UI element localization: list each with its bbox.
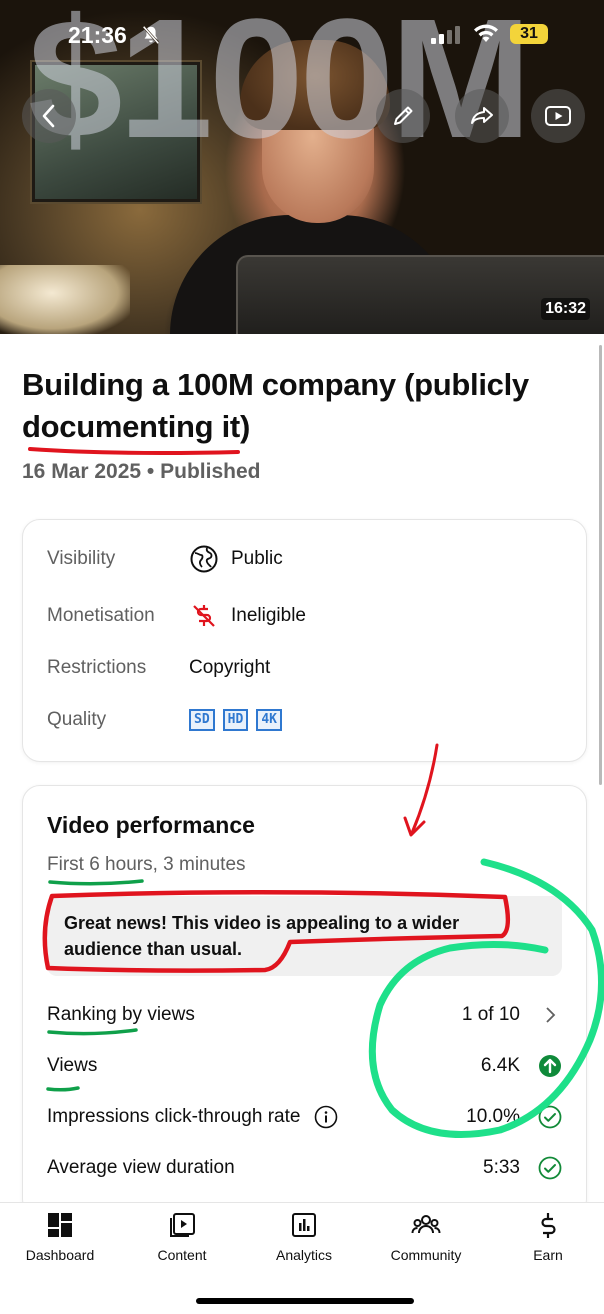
nav-analytics[interactable]: Analytics bbox=[249, 1211, 359, 1263]
monetisation-label: Monetisation bbox=[47, 605, 155, 626]
dashboard-icon bbox=[48, 1213, 72, 1237]
nav-community[interactable]: Community bbox=[371, 1211, 481, 1263]
ranking-label: Ranking by views bbox=[47, 1004, 195, 1025]
red-underline-annotation bbox=[28, 447, 240, 455]
restrictions-row[interactable]: Restrictions Copyright bbox=[47, 653, 270, 683]
home-indicator[interactable] bbox=[196, 1298, 414, 1304]
visibility-value: Public bbox=[231, 548, 283, 569]
restrictions-value: Copyright bbox=[189, 657, 271, 678]
ranking-value: 1 of 10 bbox=[461, 1004, 520, 1025]
restrictions-label: Restrictions bbox=[47, 657, 147, 678]
youtube-play-icon bbox=[545, 106, 571, 126]
ranking-row[interactable]: Ranking by views 1 of 10 bbox=[47, 999, 562, 1031]
analytics-icon bbox=[292, 1213, 316, 1237]
nav-content-label: Content bbox=[157, 1247, 207, 1263]
scrollbar[interactable] bbox=[599, 345, 602, 785]
performance-news-text: Great news! This video is appealing to a… bbox=[64, 913, 460, 959]
content-icon bbox=[170, 1213, 195, 1237]
lamp-glow bbox=[0, 265, 130, 334]
nav-dashboard[interactable]: Dashboard bbox=[5, 1211, 115, 1263]
ctr-label: Impressions click-through rate bbox=[47, 1106, 301, 1127]
nav-analytics-label: Analytics bbox=[275, 1247, 333, 1263]
views-row: Views 6.4K bbox=[47, 1050, 562, 1082]
video-performance-card: Video performance First 6 hours, 3 minut… bbox=[22, 785, 587, 1217]
quality-badge-sd: SD bbox=[189, 709, 215, 731]
ctr-row: Impressions click-through rate 10.0% bbox=[47, 1101, 562, 1133]
video-details-card: Visibility Public Monetisation Ineligibl… bbox=[22, 519, 587, 762]
globe-icon bbox=[190, 545, 218, 573]
video-title: Building a 100M company (publicly docume… bbox=[22, 367, 529, 444]
cellular-signal-icon bbox=[431, 26, 460, 44]
info-icon[interactable] bbox=[314, 1105, 338, 1129]
pencil-icon bbox=[394, 106, 413, 125]
quality-label: Quality bbox=[47, 709, 107, 730]
monetisation-off-icon bbox=[193, 605, 215, 627]
video-duration: 16:32 bbox=[541, 298, 590, 320]
community-icon bbox=[411, 1215, 441, 1234]
quality-row: Quality SD HD 4K bbox=[47, 705, 290, 735]
monetisation-row[interactable]: Monetisation Ineligible bbox=[47, 601, 306, 631]
visibility-label: Visibility bbox=[47, 548, 116, 569]
trending-up-icon bbox=[539, 1055, 561, 1077]
edit-button[interactable] bbox=[376, 89, 430, 143]
nav-content[interactable]: Content bbox=[127, 1211, 237, 1263]
status-bar: 21:36 31 bbox=[0, 0, 604, 66]
nav-earn[interactable]: Earn bbox=[493, 1211, 603, 1263]
laptop bbox=[236, 255, 604, 334]
chevron-left-icon bbox=[42, 104, 55, 128]
publish-date-status: 16 Mar 2025 • Published bbox=[22, 460, 261, 483]
nav-community-label: Community bbox=[390, 1247, 462, 1263]
avg-view-duration-row: Average view duration 5:33 bbox=[47, 1152, 562, 1184]
views-value: 6.4K bbox=[480, 1055, 520, 1076]
battery-indicator: 31 bbox=[510, 24, 548, 44]
avg-view-duration-value: 5:33 bbox=[483, 1157, 520, 1178]
performance-news-box: Great news! This video is appealing to a… bbox=[47, 896, 562, 976]
back-button[interactable] bbox=[22, 89, 76, 143]
views-label: Views bbox=[47, 1055, 98, 1076]
share-button[interactable] bbox=[455, 89, 509, 143]
wifi-icon bbox=[474, 24, 498, 42]
chevron-right-icon bbox=[546, 1007, 556, 1023]
share-arrow-icon bbox=[471, 107, 493, 124]
dollar-icon bbox=[541, 1213, 556, 1238]
status-time: 21:36 bbox=[68, 22, 127, 48]
check-circle-icon bbox=[538, 1105, 562, 1129]
performance-period: First 6 hours, 3 minutes bbox=[47, 854, 246, 875]
check-circle-icon bbox=[538, 1156, 562, 1180]
nav-earn-label: Earn bbox=[533, 1247, 563, 1263]
bell-muted-icon bbox=[142, 25, 160, 45]
watch-on-youtube-button[interactable] bbox=[531, 89, 585, 143]
visibility-row[interactable]: Visibility Public bbox=[47, 544, 283, 574]
avg-view-duration-label: Average view duration bbox=[47, 1157, 235, 1178]
quality-badge-4k: 4K bbox=[256, 709, 282, 731]
ctr-value: 10.0% bbox=[466, 1106, 520, 1127]
nav-dashboard-label: Dashboard bbox=[25, 1247, 95, 1263]
quality-badge-hd: HD bbox=[222, 709, 249, 731]
monetisation-value: Ineligible bbox=[231, 605, 306, 626]
performance-title: Video performance bbox=[47, 812, 255, 838]
